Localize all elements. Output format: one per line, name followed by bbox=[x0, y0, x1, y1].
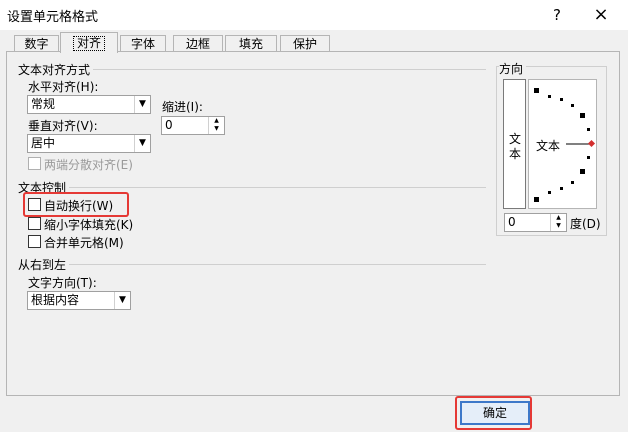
dial-tick bbox=[587, 128, 590, 131]
distributed-label: 两端分散对齐(E) bbox=[44, 158, 133, 172]
section-title-rtl: 从右到左 bbox=[18, 256, 70, 273]
merge-cells-label: 合并单元格(M) bbox=[44, 236, 124, 250]
vertical-align-label: 垂直对齐(V): bbox=[28, 119, 98, 133]
text-direction-label: 文字方向(T): bbox=[28, 276, 97, 290]
indent-label: 缩进(I): bbox=[162, 100, 203, 114]
dial-marker bbox=[580, 169, 585, 174]
dial-marker bbox=[534, 197, 539, 202]
wrap-text-label: 自动换行(W) bbox=[44, 199, 114, 213]
degrees-value: 0 bbox=[508, 215, 516, 229]
dial-tick bbox=[560, 187, 563, 190]
dial-marker bbox=[580, 113, 585, 118]
vertical-align-select[interactable]: 居中 ▼ bbox=[27, 134, 151, 153]
dial-handle-icon[interactable] bbox=[587, 139, 596, 148]
degrees-label: 度(D) bbox=[570, 217, 601, 231]
degrees-spinner[interactable]: 0 ▲ ▼ bbox=[504, 213, 567, 232]
chevron-down-icon: ▼ bbox=[134, 135, 150, 152]
indent-value: 0 bbox=[165, 118, 173, 132]
orientation-dial[interactable]: 文本 bbox=[528, 79, 597, 209]
text-direction-select[interactable]: 根据内容 ▼ bbox=[27, 291, 131, 310]
tab-alignment-label: 对齐 bbox=[72, 36, 105, 51]
dial-tick bbox=[571, 181, 574, 184]
spin-up-icon[interactable]: ▲ bbox=[209, 117, 224, 125]
indent-spinner[interactable]: 0 ▲ ▼ bbox=[161, 116, 225, 135]
dial-tick bbox=[548, 95, 551, 98]
tab-protection[interactable]: 保护 bbox=[280, 35, 330, 52]
distributed-checkbox[interactable] bbox=[28, 157, 41, 170]
shrink-to-fit-checkbox[interactable] bbox=[28, 217, 41, 230]
spin-up-icon[interactable]: ▲ bbox=[551, 214, 566, 222]
dialog-title: 设置单元格格式 bbox=[7, 10, 99, 25]
section-title-alignment: 文本对齐方式 bbox=[18, 61, 94, 78]
dial-tick bbox=[587, 156, 590, 159]
tab-border[interactable]: 边框 bbox=[173, 35, 223, 52]
tab-alignment[interactable]: 对齐 bbox=[60, 32, 118, 53]
help-button[interactable]: ? bbox=[546, 4, 568, 26]
text-direction-value: 根据内容 bbox=[31, 293, 80, 307]
vertical-text-button[interactable]: 文 本 bbox=[503, 79, 526, 209]
spin-down-icon[interactable]: ▼ bbox=[551, 222, 566, 230]
shrink-to-fit-label: 缩小字体填充(K) bbox=[44, 218, 134, 232]
dial-tick bbox=[571, 104, 574, 107]
close-button[interactable]: × bbox=[590, 4, 612, 26]
vertical-align-value: 居中 bbox=[31, 136, 56, 150]
dial-marker bbox=[534, 88, 539, 93]
horizontal-align-label: 水平对齐(H): bbox=[28, 80, 99, 94]
section-divider bbox=[18, 187, 486, 188]
tab-fill[interactable]: 填充 bbox=[225, 35, 277, 52]
section-title-orientation: 方向 bbox=[499, 60, 527, 77]
chevron-down-icon: ▼ bbox=[114, 292, 130, 309]
dial-text: 文本 bbox=[536, 137, 561, 154]
dial-tick bbox=[548, 191, 551, 194]
chevron-down-icon: ▼ bbox=[134, 96, 150, 113]
horizontal-align-value: 常规 bbox=[31, 97, 56, 111]
ok-button[interactable]: 确定 bbox=[460, 401, 530, 425]
dial-tick bbox=[560, 98, 563, 101]
horizontal-align-select[interactable]: 常规 ▼ bbox=[27, 95, 151, 114]
merge-cells-checkbox[interactable] bbox=[28, 235, 41, 248]
section-divider bbox=[18, 264, 486, 265]
tab-number[interactable]: 数字 bbox=[14, 35, 59, 52]
wrap-text-checkbox[interactable] bbox=[28, 198, 41, 211]
vertical-text-char: 本 bbox=[508, 147, 521, 161]
tab-font[interactable]: 字体 bbox=[120, 35, 166, 52]
spin-down-icon[interactable]: ▼ bbox=[209, 125, 224, 133]
